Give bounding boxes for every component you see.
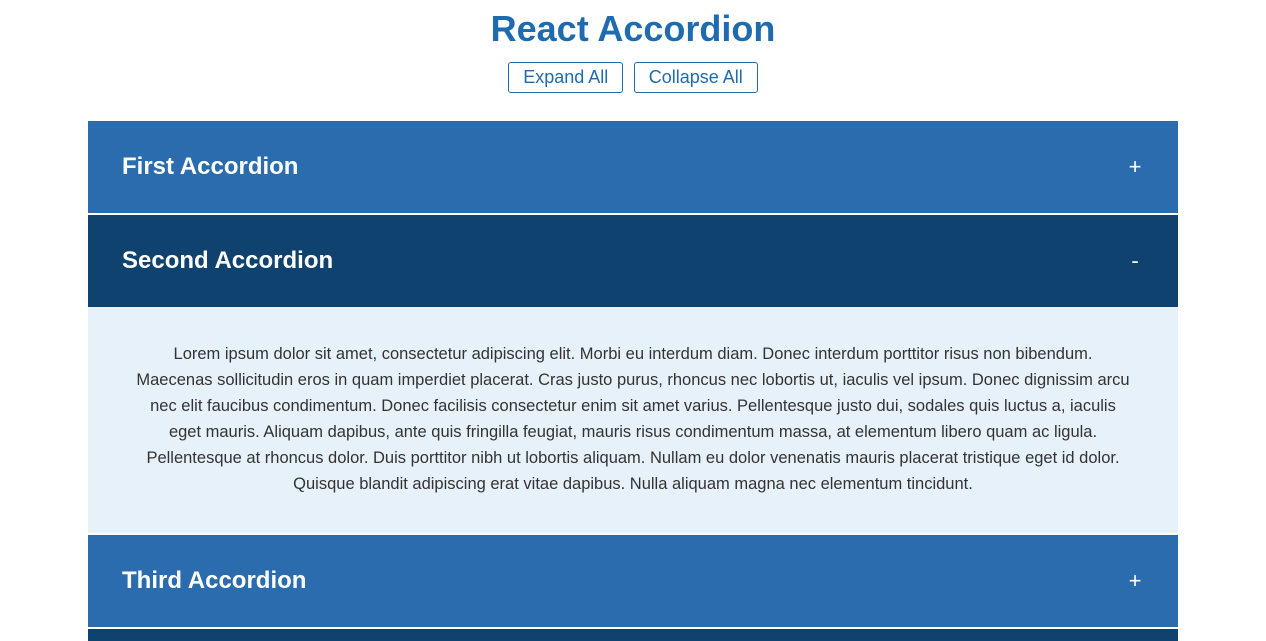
accordion-item-second: Second Accordion - Lorem ipsum dolor sit… bbox=[88, 215, 1178, 533]
collapse-all-button[interactable]: Collapse All bbox=[634, 62, 758, 93]
plus-icon: + bbox=[1126, 568, 1144, 594]
controls-row: Expand All Collapse All bbox=[0, 62, 1266, 93]
accordion-item-third: Third Accordion + bbox=[88, 535, 1178, 627]
accordion-body-second: Lorem ipsum dolor sit amet, consectetur … bbox=[88, 307, 1178, 533]
accordion-header-fourth-peek[interactable] bbox=[88, 629, 1178, 641]
accordion: First Accordion + Second Accordion - Lor… bbox=[88, 121, 1178, 641]
page-title: React Accordion bbox=[0, 0, 1266, 62]
accordion-header-first[interactable]: First Accordion + bbox=[88, 121, 1178, 213]
expand-all-button[interactable]: Expand All bbox=[508, 62, 623, 93]
accordion-header-second[interactable]: Second Accordion - bbox=[88, 215, 1178, 307]
minus-icon: - bbox=[1126, 248, 1144, 274]
accordion-title: Third Accordion bbox=[122, 567, 306, 595]
accordion-title: First Accordion bbox=[122, 153, 298, 181]
plus-icon: + bbox=[1126, 154, 1144, 180]
accordion-item-first: First Accordion + bbox=[88, 121, 1178, 213]
accordion-header-third[interactable]: Third Accordion + bbox=[88, 535, 1178, 627]
accordion-title: Second Accordion bbox=[122, 247, 333, 275]
